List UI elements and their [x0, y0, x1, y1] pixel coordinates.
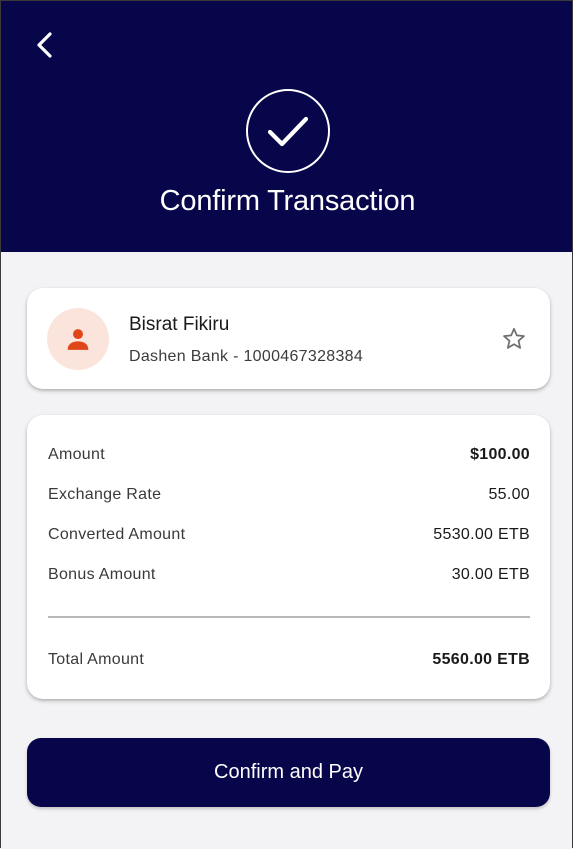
row-value: 55.00: [488, 486, 530, 503]
row-label: Bonus Amount: [48, 566, 156, 583]
favorite-button[interactable]: [501, 326, 527, 352]
row-value: 30.00 ETB: [451, 566, 530, 583]
recipient-card: Bisrat Fikiru Dashen Bank - 100046732838…: [27, 288, 550, 389]
page-title: Confirm Transaction: [159, 185, 416, 217]
recipient-account: Dashen Bank - 1000467328384: [129, 348, 364, 365]
total-value: 5560.00 ETB: [432, 651, 530, 668]
summary-row-exchange-rate: Exchange Rate 55.00: [48, 486, 530, 504]
row-value: 5530.00 ETB: [433, 526, 530, 543]
check-circle-icon: [246, 89, 330, 173]
total-label: Total Amount: [48, 651, 145, 668]
screen: Confirm Transaction Bisrat Fikiru Dashen…: [0, 0, 573, 848]
summary-row-total: Total Amount 5560.00 ETB: [48, 651, 530, 669]
person-icon: [67, 329, 89, 350]
back-button[interactable]: [25, 25, 65, 65]
row-label: Amount: [48, 446, 105, 463]
recipient-name: Bisrat Fikiru: [129, 314, 230, 335]
header: Confirm Transaction: [1, 1, 572, 252]
chevron-left-icon: [37, 32, 52, 58]
summary-row-converted-amount: Converted Amount 5530.00 ETB: [48, 526, 530, 544]
row-value: $100.00: [470, 446, 530, 463]
confirm-and-pay-button[interactable]: Confirm and Pay: [27, 738, 550, 807]
avatar: [47, 308, 109, 370]
summary-row-amount: Amount $100.00: [48, 446, 530, 464]
star-outline-icon: [503, 327, 525, 349]
divider: [48, 616, 530, 618]
summary-row-bonus-amount: Bonus Amount 30.00 ETB: [48, 566, 530, 584]
row-label: Converted Amount: [48, 526, 186, 543]
summary-card: Amount $100.00 Exchange Rate 55.00 Conve…: [27, 415, 550, 699]
row-label: Exchange Rate: [48, 486, 162, 503]
